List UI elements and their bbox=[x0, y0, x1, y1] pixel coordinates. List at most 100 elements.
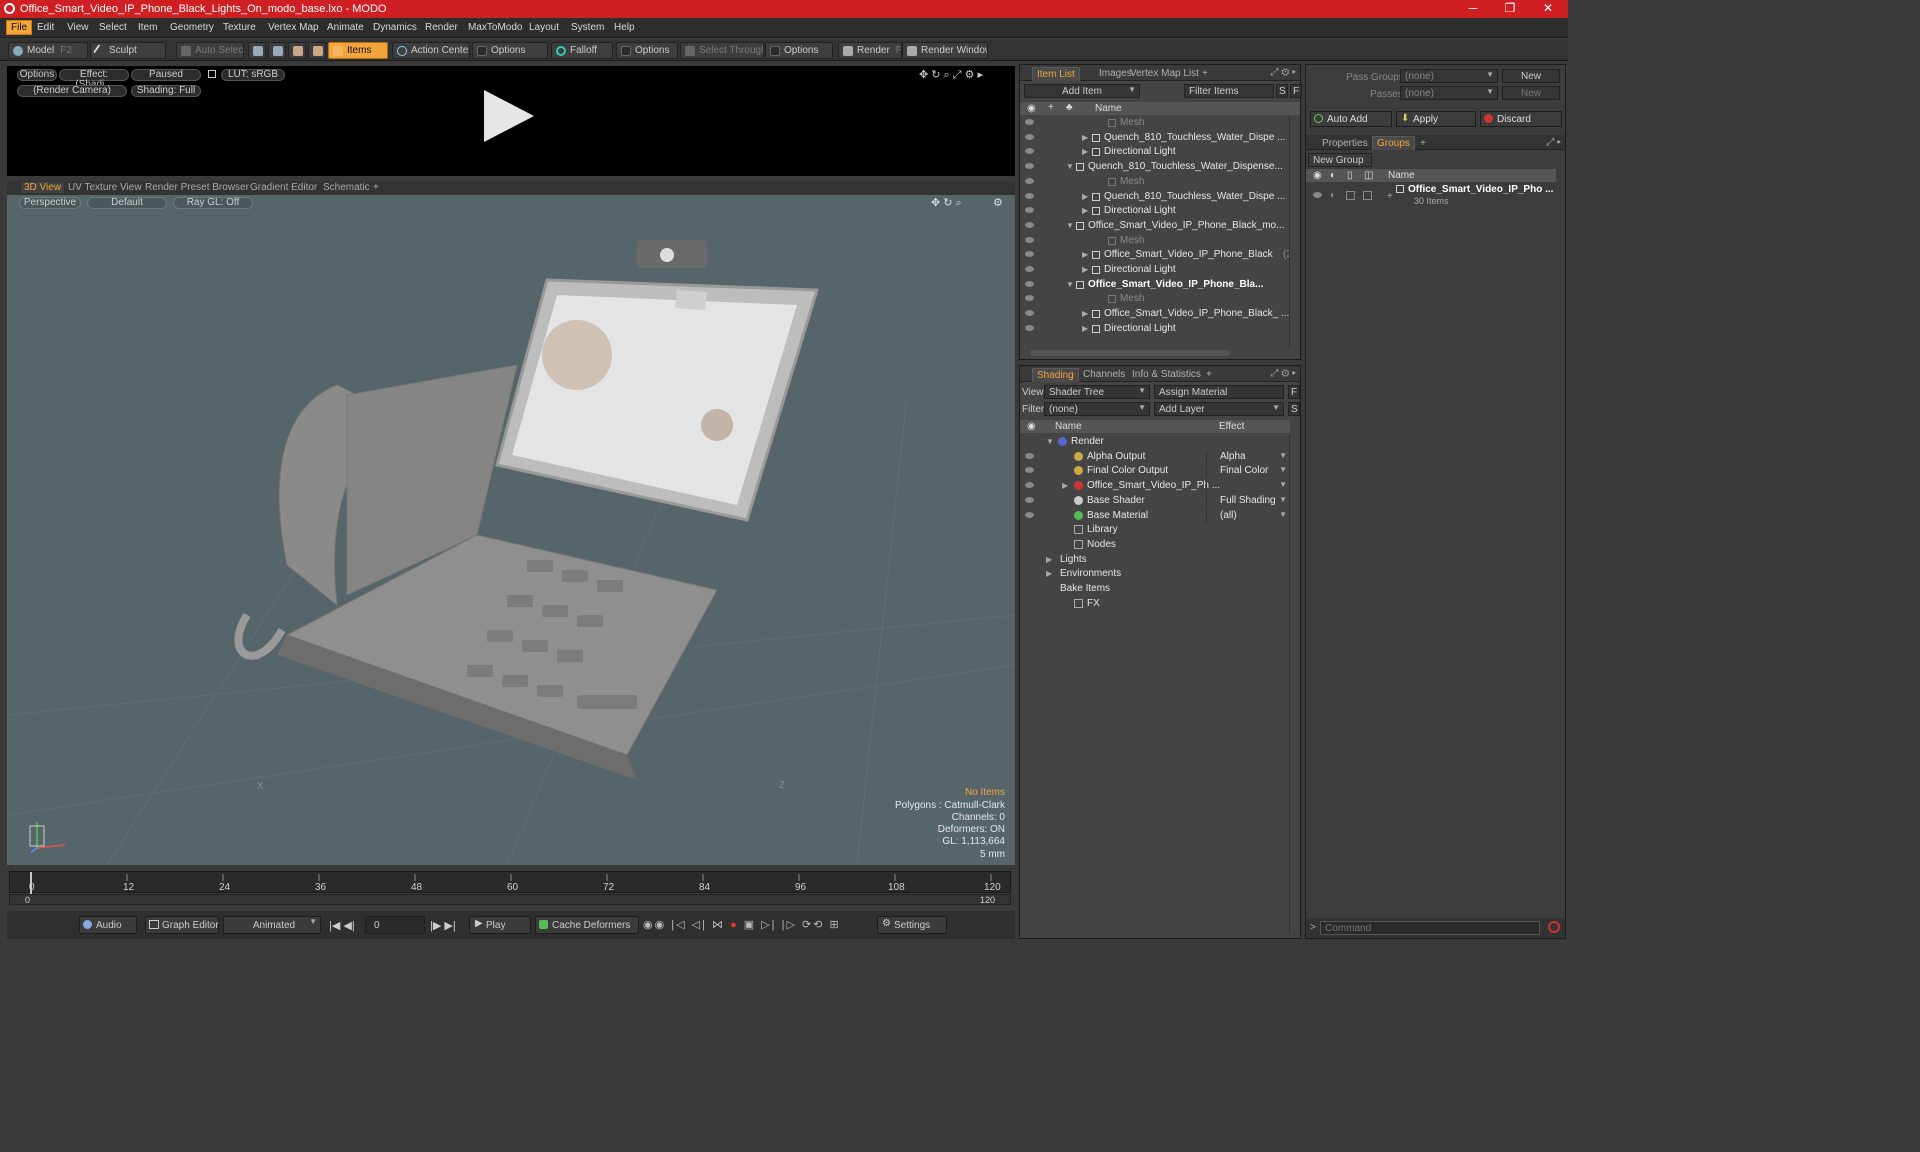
tab-groups[interactable]: Groups bbox=[1372, 136, 1415, 150]
expand-triangle-icon[interactable]: ▶ bbox=[1082, 133, 1088, 142]
tab-add[interactable]: + bbox=[1416, 137, 1430, 150]
timeline-range-bar[interactable]: 0 120 bbox=[9, 894, 1011, 905]
keyframe-tool-icons[interactable]: ◉◉ |◁ ◁| ⋈ ● ▣ ▷| |▷ ⟳⟲ ⊞ bbox=[643, 918, 841, 931]
menu-animate[interactable]: Animate bbox=[327, 22, 364, 33]
eye-icon[interactable] bbox=[1025, 467, 1034, 474]
lock-checkbox[interactable] bbox=[1346, 191, 1355, 200]
minimize-button[interactable]: ─ bbox=[1458, 1, 1488, 15]
expand-triangle-icon[interactable]: ▶ bbox=[1082, 324, 1088, 333]
item-list-row[interactable]: ▶ Office_Smart_Video_IP_Phone_Black_ ... bbox=[1020, 307, 1289, 322]
item-list-row[interactable]: ▶ Quench_810_Touchless_Water_Dispe ... bbox=[1020, 131, 1289, 146]
shader-tree[interactable]: ▼ Render Alpha Output Alpha ▼ Final Color Out… bbox=[1020, 434, 1290, 934]
menu-geometry[interactable]: Geometry bbox=[170, 22, 214, 33]
expand-triangle-icon[interactable]: ▶ bbox=[1082, 192, 1088, 201]
menu-vertex-map[interactable]: Vertex Map bbox=[268, 22, 319, 33]
eye-icon[interactable] bbox=[1313, 192, 1322, 198]
menu-maxtomodo[interactable]: MaxToModo bbox=[468, 22, 522, 33]
tab-add[interactable]: + bbox=[1198, 67, 1212, 80]
timeline[interactable]: 0 12 24 36 48 60 72 84 96 108 120 0 120 bbox=[7, 871, 1015, 907]
menu-texture[interactable]: Texture bbox=[223, 22, 256, 33]
tab-channels[interactable]: Channels bbox=[1079, 368, 1129, 381]
discard-button[interactable]: Discard bbox=[1480, 111, 1562, 127]
panel-options-icons[interactable]: ⤢ ▸ bbox=[1546, 137, 1561, 148]
tab-uv-texture-view[interactable]: UV Texture View bbox=[68, 182, 142, 193]
edges-mode-button[interactable] bbox=[268, 42, 286, 59]
eye-icon[interactable] bbox=[1025, 207, 1034, 214]
shader-tree-row[interactable]: FX bbox=[1020, 597, 1289, 612]
tab-shading[interactable]: Shading bbox=[1032, 368, 1079, 382]
shader-tree-row[interactable]: Base Material (all) ▼ bbox=[1020, 509, 1289, 524]
preview-options-button[interactable]: Options bbox=[17, 69, 57, 81]
horizontal-scrollbar[interactable] bbox=[1030, 350, 1230, 356]
settings-button[interactable]: ⚙ Settings bbox=[877, 916, 947, 934]
tab-vertex-map-list[interactable]: Vertex Map List bbox=[1126, 67, 1203, 80]
apply-button[interactable]: ⬇ Apply bbox=[1396, 111, 1476, 127]
eye-icon[interactable] bbox=[1025, 148, 1034, 155]
skip-forward-icons[interactable]: |▶ ▶| bbox=[430, 919, 456, 932]
effect-dropdown[interactable]: Final Color ▼ bbox=[1206, 465, 1289, 479]
collapse-triangle-icon[interactable]: ▼ bbox=[1066, 162, 1074, 171]
tab-item-list[interactable]: Item List bbox=[1032, 67, 1080, 81]
menu-render[interactable]: Render bbox=[425, 22, 458, 33]
render-window-button[interactable]: Render Window bbox=[902, 42, 988, 59]
item-list-row[interactable]: ▼ Office_Smart_Video_IP_Phone_Black_mo... bbox=[1020, 219, 1289, 234]
effect-dropdown[interactable]: Full Shading ▼ bbox=[1206, 494, 1289, 508]
shader-tree-row[interactable]: Bake Items bbox=[1020, 582, 1289, 597]
phone-3d-model[interactable] bbox=[227, 235, 827, 795]
panel-options-icons[interactable]: ⤢ ⚙ ▸ bbox=[1270, 368, 1296, 379]
auto-select-button[interactable]: Auto Select bbox=[176, 42, 244, 59]
filter-s-button[interactable]: S bbox=[1276, 84, 1288, 98]
item-list-row[interactable]: ▶ Directional Light bbox=[1020, 145, 1289, 160]
eye-icon[interactable] bbox=[1025, 452, 1034, 459]
eye-icon[interactable] bbox=[1025, 192, 1034, 199]
cache-deformers-button[interactable]: Cache Deformers bbox=[535, 916, 639, 934]
item-list-row[interactable]: ▼ Office_Smart_Video_IP_Phone_Bla... bbox=[1020, 278, 1289, 293]
filter-dropdown[interactable]: (none) ▼ bbox=[1044, 402, 1150, 416]
item-list-row[interactable]: Mesh bbox=[1020, 116, 1289, 131]
tab-add[interactable]: + bbox=[373, 182, 379, 193]
command-input[interactable] bbox=[1320, 921, 1540, 935]
eye-icon[interactable] bbox=[1025, 119, 1034, 125]
select-through-options-button[interactable]: Options bbox=[765, 42, 833, 59]
item-list-row[interactable]: Mesh bbox=[1020, 292, 1289, 307]
passes-new-button[interactable]: New bbox=[1502, 86, 1560, 100]
collapse-triangle-icon[interactable]: ▼ bbox=[1066, 221, 1074, 230]
tab-render-preset-browser[interactable]: Render Preset Browser bbox=[145, 182, 249, 193]
select-through-button[interactable]: Select Through bbox=[680, 42, 764, 59]
render-toggle-icon[interactable]: ◐ bbox=[1330, 190, 1336, 201]
item-list-row[interactable]: ▼ Quench_810_Touchless_Water_Dispense... bbox=[1020, 160, 1289, 175]
menu-file[interactable]: File bbox=[6, 20, 33, 35]
eye-icon[interactable] bbox=[1025, 324, 1034, 331]
model-button[interactable]: Model F2 bbox=[8, 42, 88, 59]
effect-dropdown[interactable]: ▼ bbox=[1206, 480, 1289, 494]
eye-icon[interactable] bbox=[1025, 133, 1034, 140]
panel-options-icons[interactable]: ⤢ ⚙ ▸ bbox=[1270, 67, 1296, 78]
eye-icon[interactable] bbox=[1025, 266, 1034, 272]
tab-3d-view[interactable]: 3D View bbox=[21, 182, 65, 193]
shader-tree-row[interactable]: Final Color Output Final Color ▼ bbox=[1020, 464, 1289, 479]
eye-icon[interactable] bbox=[1025, 482, 1034, 489]
group-item-name[interactable]: Office_Smart_Video_IP_Pho ... bbox=[1408, 184, 1553, 195]
tab-properties[interactable]: Properties bbox=[1318, 137, 1372, 150]
item-list-row[interactable]: ▶ Directional Light bbox=[1020, 322, 1289, 337]
pass-groups-new-button[interactable]: New bbox=[1502, 69, 1560, 83]
preview-camera-dropdown[interactable]: (Render Camera) bbox=[17, 85, 127, 97]
shader-tree-row[interactable]: Alpha Output Alpha ▼ bbox=[1020, 450, 1289, 465]
action-center-options-button[interactable]: Options bbox=[472, 42, 548, 59]
expand-triangle-icon[interactable]: ▶ bbox=[1046, 569, 1052, 578]
item-list-row[interactable]: ▶ Quench_810_Touchless_Water_Dispe ... bbox=[1020, 190, 1289, 205]
eye-icon[interactable] bbox=[1025, 310, 1034, 317]
animated-dropdown[interactable]: Animated ▼ bbox=[223, 916, 321, 934]
assign-material-button[interactable]: Assign Material bbox=[1154, 385, 1284, 399]
effect-dropdown[interactable]: Alpha ▼ bbox=[1206, 450, 1289, 464]
frame-input[interactable]: 0 bbox=[365, 916, 425, 934]
expand-triangle-icon[interactable]: ▶ bbox=[1082, 206, 1088, 215]
shader-tree-row[interactable]: ▶ Lights bbox=[1020, 553, 1289, 568]
shader-tree-row[interactable]: ▼ Render bbox=[1020, 435, 1289, 450]
tab-info-statistics[interactable]: Info & Statistics bbox=[1128, 368, 1205, 381]
maximize-button[interactable]: ❐ bbox=[1495, 1, 1525, 15]
eye-icon[interactable] bbox=[1025, 251, 1034, 258]
close-button[interactable]: ✕ bbox=[1533, 1, 1563, 15]
shader-tree-row[interactable]: Library bbox=[1020, 523, 1289, 538]
groups-list[interactable]: ◐ + Office_Smart_Video_IP_Pho ... 30 Ite… bbox=[1306, 183, 1556, 903]
